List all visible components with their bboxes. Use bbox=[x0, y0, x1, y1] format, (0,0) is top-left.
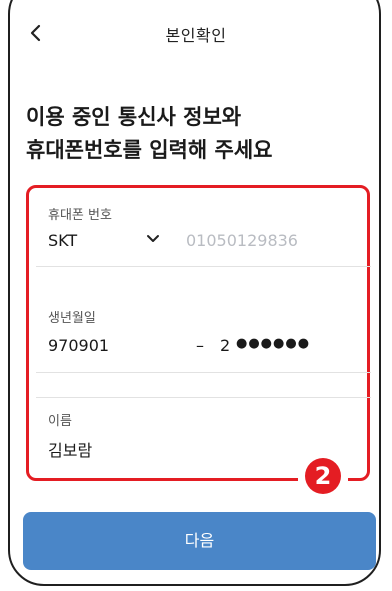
name-field: 이름 bbox=[48, 410, 368, 429]
heading-line-2: 휴대폰번호를 입력해 주세요 bbox=[26, 138, 273, 162]
divider bbox=[36, 397, 371, 398]
phone-field: 휴대폰 번호 bbox=[48, 204, 368, 223]
birth-label: 생년월일 bbox=[48, 311, 96, 326]
rrn-first-digit[interactable]: 2 bbox=[220, 336, 230, 355]
next-button[interactable]: 다음 bbox=[23, 512, 376, 570]
phone-label: 휴대폰 번호 bbox=[48, 208, 112, 223]
name-label: 이름 bbox=[48, 414, 72, 429]
rrn-mask: ●●●●●● bbox=[236, 336, 311, 351]
divider bbox=[36, 372, 371, 373]
chevron-down-icon[interactable] bbox=[146, 234, 160, 244]
divider bbox=[36, 266, 371, 267]
birthdate-input[interactable]: 970901 bbox=[48, 336, 368, 355]
rrn-dash: – bbox=[196, 336, 204, 355]
step-badge: 2 bbox=[298, 452, 348, 496]
header: 본인확인 bbox=[0, 0, 392, 66]
page-title: 본인확인 bbox=[165, 26, 227, 45]
phone-number-input[interactable]: 01050129836 bbox=[186, 231, 298, 250]
step-number: 2 bbox=[305, 458, 341, 494]
heading: 이용 중인 통신사 정보와 휴대폰번호를 입력해 주세요 bbox=[26, 101, 366, 167]
birthdate-value[interactable]: 970901 bbox=[48, 336, 368, 355]
birth-field: 생년월일 bbox=[48, 307, 368, 326]
heading-line-1: 이용 중인 통신사 정보와 bbox=[26, 105, 242, 129]
